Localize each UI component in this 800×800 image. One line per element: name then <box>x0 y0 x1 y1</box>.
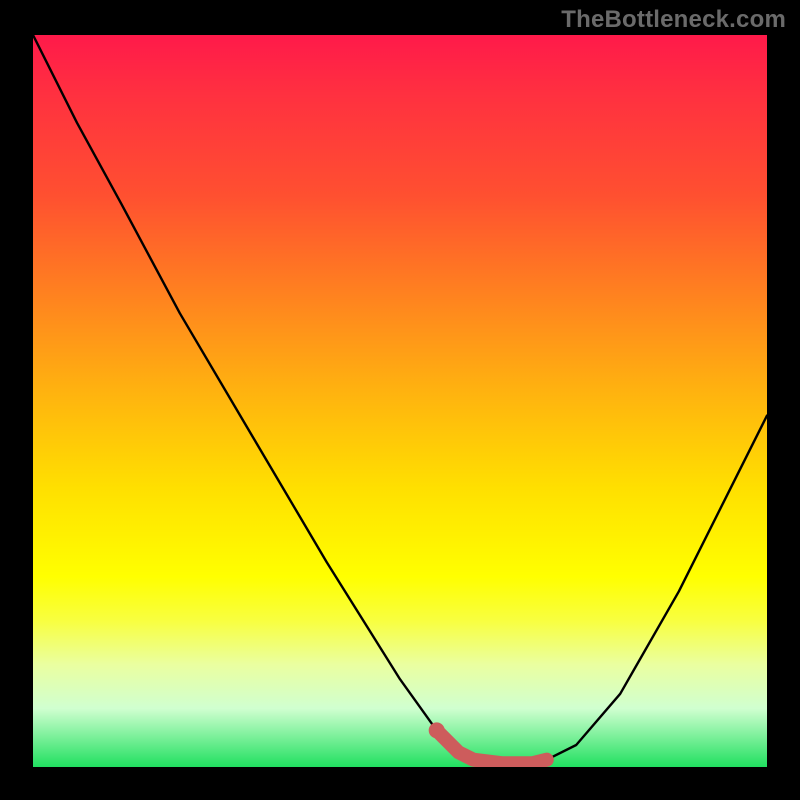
bottleneck-curve <box>33 35 767 763</box>
plot-area <box>33 35 767 767</box>
chart-container: TheBottleneck.com <box>0 0 800 800</box>
highlight-valley <box>437 730 547 763</box>
curve-layer <box>33 35 767 767</box>
watermark-text: TheBottleneck.com <box>561 6 786 34</box>
highlight-start-dot <box>429 722 445 738</box>
